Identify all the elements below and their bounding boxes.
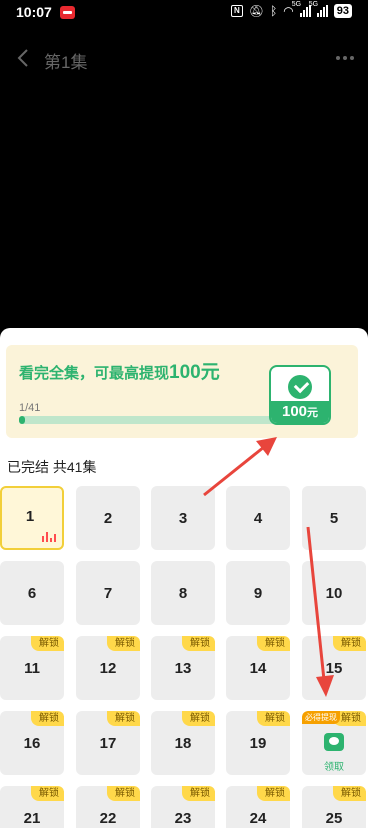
episode-tile[interactable]: 25 解锁 bbox=[302, 786, 366, 828]
episode-number: 8 bbox=[178, 584, 188, 602]
status-bar: 10:07 N 🔕︎ ᛒ ◠ 5G 5G 93 bbox=[0, 0, 368, 26]
episode-tile[interactable]: 18 解锁 bbox=[151, 711, 215, 775]
episode-number: 10 bbox=[325, 584, 343, 602]
episode-tile[interactable]: 23 解锁 bbox=[151, 786, 215, 828]
episode-tile[interactable]: 10 bbox=[302, 561, 366, 625]
unlock-tag: 解锁 bbox=[182, 786, 215, 801]
battery-icon: 93 bbox=[333, 4, 352, 18]
guaranteed-cash-badge: 必得提现 bbox=[302, 711, 340, 724]
wechat-pay-icon bbox=[288, 375, 312, 399]
episode-tile[interactable]: 24 解锁 bbox=[226, 786, 290, 828]
episode-tile[interactable]: 15 解锁 bbox=[302, 636, 366, 700]
video-header: 第1集 bbox=[0, 40, 368, 76]
bluetooth-icon: ᛒ bbox=[270, 4, 278, 18]
episode-tile[interactable]: 4 bbox=[226, 486, 290, 550]
unlock-tag: 解锁 bbox=[107, 786, 140, 801]
reward-title: 看完全集，可最高提现100元 bbox=[19, 362, 220, 383]
episode-tile[interactable]: 5 bbox=[302, 486, 366, 550]
unlock-tag: 解锁 bbox=[31, 711, 64, 726]
status-icons: N 🔕︎ ᛒ ◠ 5G 5G 93 bbox=[230, 1, 352, 18]
more-options-icon[interactable] bbox=[336, 56, 354, 60]
nfc-icon: N bbox=[230, 5, 243, 17]
progress-text: 1/41 bbox=[19, 402, 41, 414]
unlock-tag: 解锁 bbox=[257, 636, 290, 651]
episode-number: 6 bbox=[27, 584, 37, 602]
reward-amount: 100元 bbox=[169, 362, 220, 383]
episode-tile[interactable]: 11 解锁 bbox=[0, 636, 64, 700]
progress-fill bbox=[19, 416, 26, 424]
episode-tile[interactable]: 7 bbox=[76, 561, 140, 625]
unlock-tag: 解锁 bbox=[31, 636, 64, 651]
episode-number: 3 bbox=[178, 509, 188, 527]
cash-reward-card[interactable]: 100元 bbox=[269, 365, 331, 425]
episode-tile[interactable]: 14 解锁 bbox=[226, 636, 290, 700]
episode-number: 7 bbox=[103, 584, 113, 602]
unlock-tag: 解锁 bbox=[31, 786, 64, 801]
cash-amount: 100元 bbox=[271, 401, 329, 423]
episode-number: 9 bbox=[253, 584, 263, 602]
episode-tile[interactable]: 22 解锁 bbox=[76, 786, 140, 828]
reward-banner[interactable]: 看完全集，可最高提现100元 1/41 100元 bbox=[6, 345, 358, 438]
status-time: 10:07 bbox=[16, 4, 52, 20]
episode-title: 第1集 bbox=[44, 53, 88, 72]
episode-tile[interactable]: 16 解锁 bbox=[0, 711, 64, 775]
unlock-tag: 解锁 bbox=[182, 636, 215, 651]
now-playing-icon bbox=[42, 532, 56, 542]
episode-tile[interactable]: 1 bbox=[0, 486, 64, 550]
episode-tile[interactable]: 19 解锁 bbox=[226, 711, 290, 775]
episode-count-label: 已完结 共41集 bbox=[7, 459, 97, 475]
episode-number: 5 bbox=[329, 509, 339, 527]
unlock-tag: 解锁 bbox=[182, 711, 215, 726]
unlock-tag: 解锁 bbox=[333, 636, 366, 651]
episode-number: 4 bbox=[253, 509, 263, 527]
unlock-tag: 解锁 bbox=[107, 636, 140, 651]
episode-tile[interactable]: 12 解锁 bbox=[76, 636, 140, 700]
episode-tile[interactable]: 21 解锁 bbox=[0, 786, 64, 828]
unlock-tag: 解锁 bbox=[257, 711, 290, 726]
episode-tile[interactable]: 9 bbox=[226, 561, 290, 625]
episode-tile[interactable]: 2 bbox=[76, 486, 140, 550]
episode-panel: 看完全集，可最高提现100元 1/41 100元 已完结 共41集 1 2 3 4 5 6… bbox=[0, 328, 368, 828]
episode-tile[interactable]: 3 bbox=[151, 486, 215, 550]
unlock-tag: 解锁 bbox=[107, 711, 140, 726]
back-arrow-icon[interactable] bbox=[14, 48, 34, 68]
claim-label: 领取 bbox=[324, 762, 344, 773]
wechat-icon bbox=[324, 733, 344, 751]
unlock-tag: 解锁 bbox=[333, 786, 366, 801]
progress-bar bbox=[19, 416, 279, 424]
episode-tile[interactable]: 6 bbox=[0, 561, 64, 625]
episode-tile[interactable]: 17 解锁 bbox=[76, 711, 140, 775]
episode-tile[interactable]: 13 解锁 bbox=[151, 636, 215, 700]
episode-number: 2 bbox=[103, 509, 113, 527]
mute-icon: 🔕︎ bbox=[248, 4, 265, 18]
unlock-tag: 解锁 bbox=[257, 786, 290, 801]
signal-icon-2: 5G bbox=[309, 1, 328, 17]
episode-tile[interactable]: 8 bbox=[151, 561, 215, 625]
app-notification-icon bbox=[60, 6, 75, 19]
reward-claim-tile[interactable]: 解锁 必得提现 领取 bbox=[302, 711, 366, 775]
